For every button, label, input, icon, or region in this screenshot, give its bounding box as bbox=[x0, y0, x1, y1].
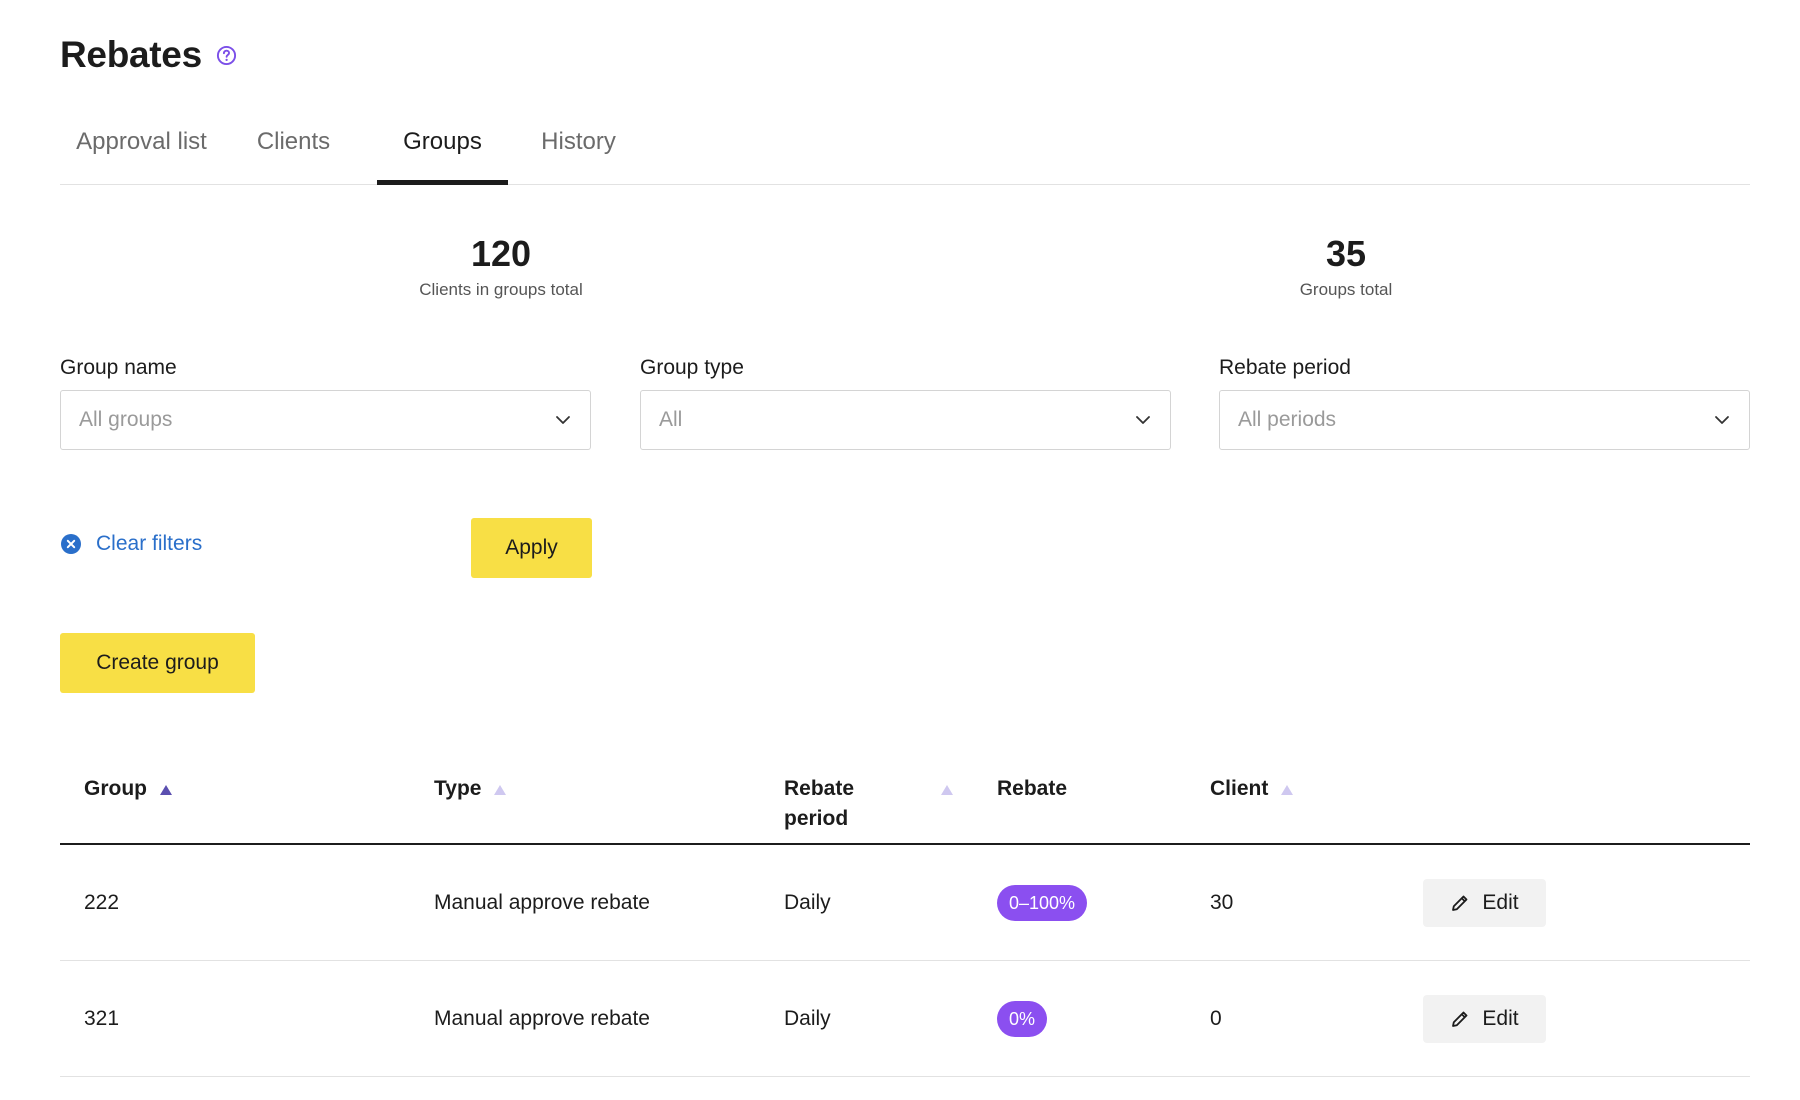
column-label: Rebate period bbox=[784, 774, 854, 834]
select-value: All groups bbox=[79, 408, 173, 431]
stat-label: Groups total bbox=[1299, 280, 1393, 299]
cell-rebate: 0–100% bbox=[997, 845, 1088, 961]
cell-actions: Edit bbox=[1423, 961, 1546, 1077]
column-header-client[interactable]: Client bbox=[1210, 774, 1294, 804]
column-label-line: Rebate bbox=[784, 777, 855, 800]
filter-rebate-period: Rebate period All periods bbox=[1219, 356, 1750, 450]
edit-label: Edit bbox=[1482, 1007, 1519, 1030]
sort-asc-icon bbox=[941, 785, 953, 795]
column-label: Client bbox=[1210, 777, 1269, 800]
filter-group-name: Group name All groups bbox=[60, 356, 591, 450]
chevron-down-icon bbox=[1136, 416, 1150, 424]
sort-asc-icon bbox=[494, 785, 507, 795]
groups-table: Group Type Rebate period Rebate Client 2… bbox=[60, 760, 1750, 1077]
pencil-icon bbox=[1452, 1011, 1468, 1027]
cell-client: 30 bbox=[1210, 891, 1234, 914]
sort-asc-icon bbox=[160, 785, 172, 795]
tab-bar: Approval list Clients Groups History bbox=[60, 120, 1750, 185]
cell-type: Manual approve rebate bbox=[434, 1007, 650, 1030]
rebates-page: Rebates Approval list Clients Groups His… bbox=[60, 0, 1750, 1100]
column-header-rebate: Rebate bbox=[997, 774, 1067, 804]
select-value: All bbox=[659, 408, 683, 431]
rebate-period-select[interactable]: All periods bbox=[1219, 390, 1750, 450]
rebate-badge: 0–100% bbox=[997, 885, 1088, 921]
edit-label: Edit bbox=[1482, 891, 1519, 914]
stat-groups-total: 35 Groups total bbox=[1216, 236, 1476, 300]
tab-label: Approval list bbox=[76, 128, 207, 155]
rebate-badge: 0% bbox=[997, 1001, 1048, 1037]
filter-group-type: Group type All bbox=[640, 356, 1171, 450]
chevron-down-icon bbox=[1715, 416, 1729, 424]
cell-type: Manual approve rebate bbox=[434, 891, 650, 914]
chevron-down-icon bbox=[556, 416, 570, 424]
page-title: Rebates bbox=[60, 34, 202, 75]
pencil-icon bbox=[1452, 895, 1468, 911]
filter-label: Group type bbox=[640, 356, 744, 379]
column-label: Type bbox=[434, 777, 482, 800]
tab-clients[interactable]: Clients bbox=[223, 128, 364, 184]
tab-label: History bbox=[541, 128, 616, 155]
clear-filters-link[interactable]: Clear filters bbox=[60, 532, 202, 556]
create-group-button[interactable]: Create group bbox=[60, 633, 255, 693]
cell-period: Daily bbox=[784, 1007, 831, 1030]
column-header-rebate-period[interactable]: Rebate period bbox=[784, 774, 954, 834]
tab-history[interactable]: History bbox=[508, 128, 649, 184]
apply-button[interactable]: Apply bbox=[471, 518, 592, 578]
table-row: 321 Manual approve rebate Daily 0% 0 Edi… bbox=[60, 961, 1750, 1077]
column-header-type[interactable]: Type bbox=[434, 774, 507, 804]
tab-groups[interactable]: Groups bbox=[377, 128, 508, 185]
stat-value: 35 bbox=[1325, 233, 1367, 274]
cell-client: 0 bbox=[1210, 1007, 1222, 1030]
edit-button[interactable]: Edit bbox=[1423, 995, 1546, 1043]
filter-label: Group name bbox=[60, 356, 177, 379]
tab-label: Clients bbox=[256, 128, 331, 155]
tab-label: Groups bbox=[403, 128, 482, 155]
cell-group: 321 bbox=[84, 1007, 120, 1030]
stat-clients-in-groups: 120 Clients in groups total bbox=[371, 236, 631, 300]
table-row: 222 Manual approve rebate Daily 0–100% 3… bbox=[60, 845, 1750, 961]
filter-label: Rebate period bbox=[1219, 356, 1351, 379]
cell-period: Daily bbox=[784, 891, 831, 914]
table-header: Group Type Rebate period Rebate Client bbox=[60, 760, 1750, 845]
group-name-select[interactable]: All groups bbox=[60, 390, 591, 450]
close-circle-icon bbox=[61, 534, 81, 554]
stat-label: Clients in groups total bbox=[419, 280, 583, 299]
group-type-select[interactable]: All bbox=[640, 390, 1171, 450]
tab-approval-list[interactable]: Approval list bbox=[60, 128, 223, 184]
column-header-group[interactable]: Group bbox=[84, 774, 173, 804]
column-label: Rebate bbox=[997, 777, 1068, 800]
clear-filters-label: Clear filters bbox=[96, 532, 203, 555]
help-circle-icon[interactable] bbox=[216, 45, 237, 66]
page-header: Rebates bbox=[60, 34, 237, 76]
edit-button[interactable]: Edit bbox=[1423, 879, 1546, 927]
cell-actions: Edit bbox=[1423, 845, 1546, 961]
column-label: Group bbox=[84, 777, 147, 800]
stat-value: 120 bbox=[470, 233, 532, 274]
column-label-line: period bbox=[784, 807, 849, 830]
cell-rebate: 0% bbox=[997, 961, 1048, 1077]
cell-group: 222 bbox=[84, 891, 120, 914]
sort-asc-icon bbox=[1281, 785, 1294, 795]
select-value: All periods bbox=[1238, 408, 1337, 431]
